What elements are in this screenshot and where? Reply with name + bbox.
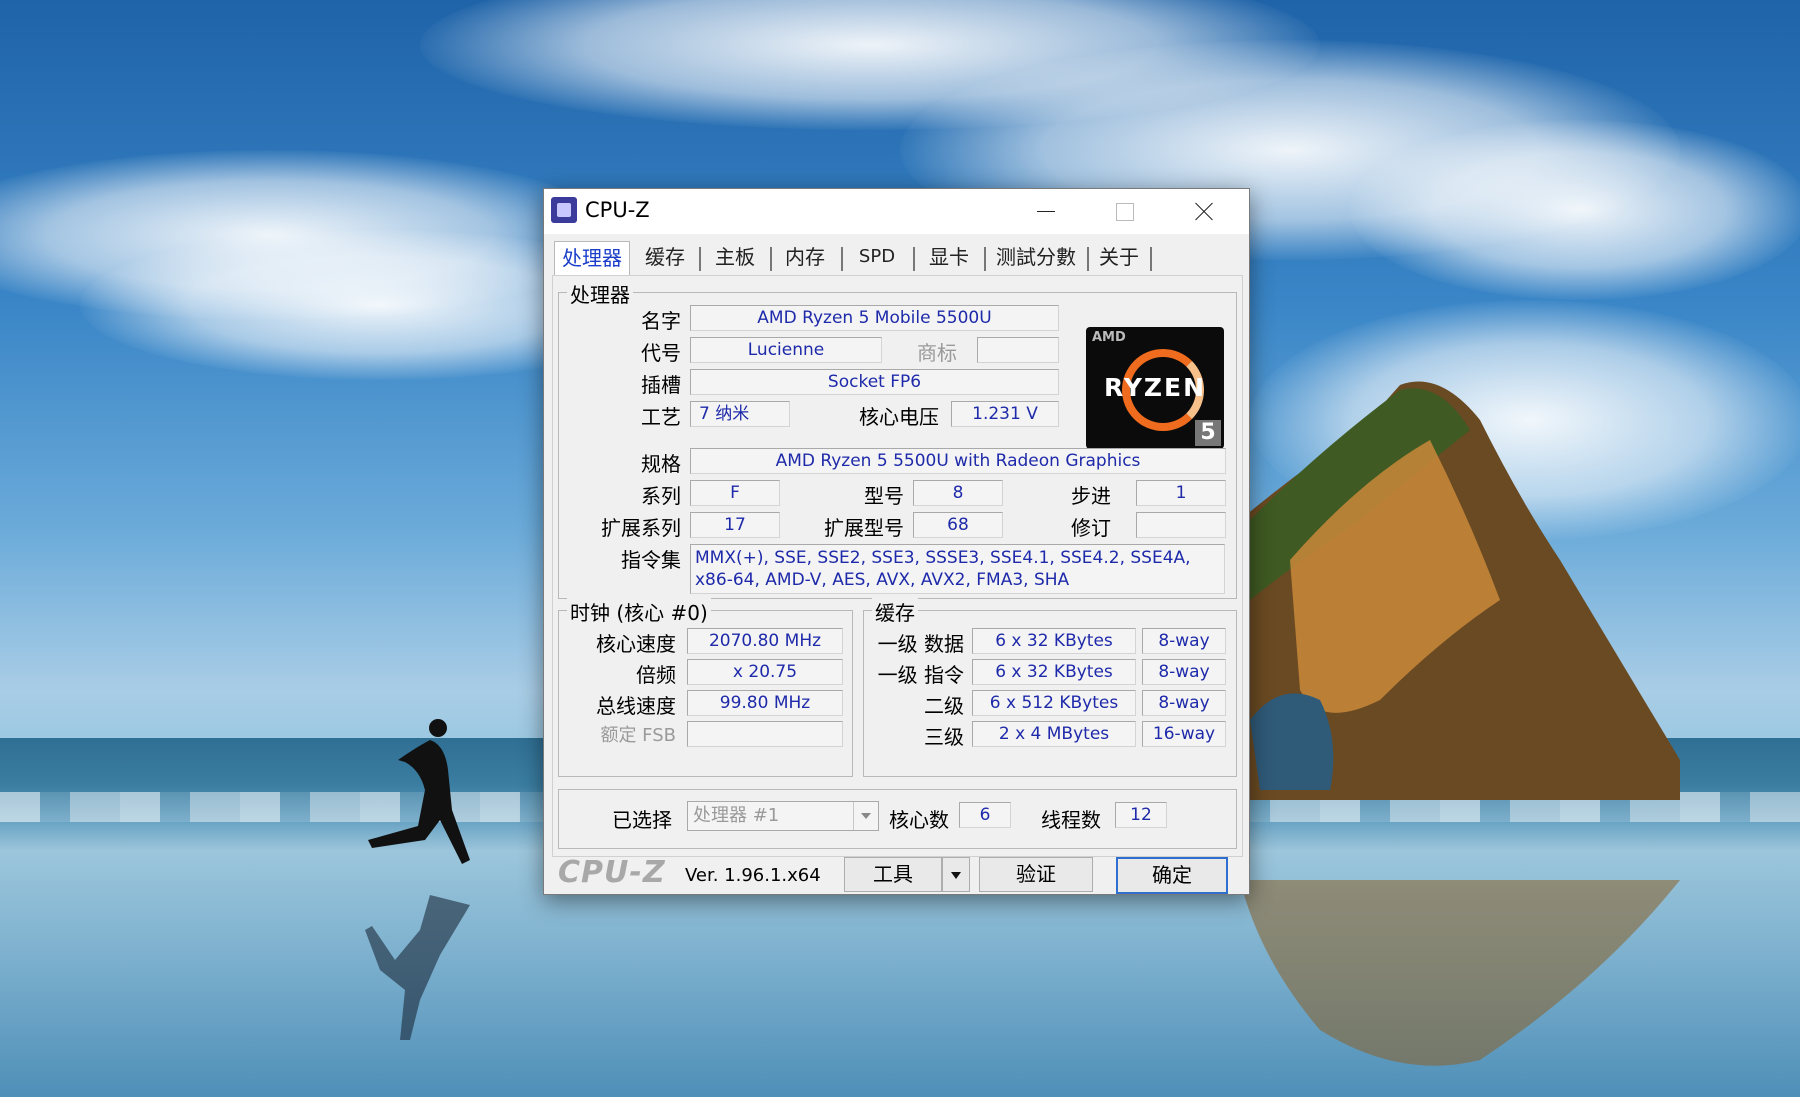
tab-spd[interactable]: SPD	[846, 241, 908, 275]
tab-cache[interactable]: 缓存	[634, 241, 696, 275]
threads-label: 线程数	[1041, 808, 1101, 832]
model-label: 型号	[864, 484, 904, 508]
cache-l1i-label: 一级 指令	[877, 663, 964, 687]
selection-group: 已选择 处理器 #1 核心数 6 线程数 12	[558, 789, 1237, 849]
codename-field: Lucienne	[690, 337, 882, 363]
tab-about[interactable]: 关于	[1092, 241, 1146, 275]
socket-field: Socket FP6	[690, 369, 1059, 395]
cache-l3-ways: 16-way	[1142, 721, 1226, 747]
close-button[interactable]	[1164, 189, 1244, 234]
bus-speed-field: 99.80 MHz	[687, 690, 843, 716]
cores-field: 6	[959, 802, 1011, 828]
validate-button[interactable]: 验证	[979, 857, 1093, 892]
multiplier-label: 倍频	[636, 663, 676, 687]
family-label: 系列	[641, 484, 681, 508]
amd-ryzen-5-logo: AMD RYZEN 5	[1086, 327, 1224, 449]
ext-model-label: 扩展型号	[824, 516, 904, 540]
processor-group: 处理器 名字 AMD Ryzen 5 Mobile 5500U 代号 Lucie…	[558, 279, 1237, 599]
cores-label: 核心数	[889, 808, 949, 832]
clocks-group: 时钟 (核心 #0) 核心速度 2070.80 MHz 倍频 x 20.75 总…	[558, 597, 853, 777]
core-voltage-label: 核心电压	[859, 405, 939, 429]
socket-label: 插槽	[641, 373, 681, 397]
footer-bar: CPU-Z Ver. 1.96.1.x64 工具 验证 确定	[544, 855, 1249, 894]
cache-group-label: 缓存	[872, 597, 918, 626]
tab-memory[interactable]: 内存	[774, 241, 836, 275]
processor-panel: 处理器 名字 AMD Ryzen 5 Mobile 5500U 代号 Lucie…	[552, 275, 1243, 857]
tools-button[interactable]: 工具	[844, 857, 942, 892]
model-field: 8	[913, 480, 1003, 506]
specification-field: AMD Ryzen 5 5500U with Radeon Graphics	[690, 448, 1226, 474]
ok-button[interactable]: 确定	[1116, 857, 1228, 894]
rated-fsb-field	[687, 721, 843, 747]
processor-group-label: 处理器	[567, 279, 633, 308]
revision-label: 修订	[1071, 516, 1111, 540]
technology-label: 工艺	[641, 405, 681, 429]
rated-fsb-label: 额定 FSB	[600, 725, 676, 746]
cache-group: 缓存 一级 数据 6 x 32 KBytes 8-way 一级 指令 6 x 3…	[863, 597, 1237, 777]
cache-l2-label: 二级	[924, 694, 964, 718]
cpuz-brand-logo: CPU-Z	[558, 855, 666, 890]
tab-bar: 处理器 缓存 主板 内存 SPD 显卡 测試分數 关于	[552, 241, 1242, 276]
ext-family-label: 扩展系列	[601, 516, 681, 540]
brand-label: 商标	[917, 341, 957, 365]
processor-select[interactable]: 处理器 #1	[687, 801, 879, 831]
processor-select-value: 处理器 #1	[693, 805, 780, 826]
ext-model-field: 68	[913, 512, 1003, 538]
cache-l3-label: 三级	[924, 725, 964, 749]
cpuz-app-icon	[551, 197, 577, 223]
core-voltage-field: 1.231 V	[951, 401, 1059, 427]
codename-label: 代号	[641, 341, 681, 365]
family-field: F	[690, 480, 780, 506]
instructions-field: MMX(+), SSE, SSE2, SSE3, SSSE3, SSE4.1, …	[690, 544, 1225, 594]
technology-field: 7 纳米	[690, 401, 790, 427]
specification-label: 规格	[641, 452, 681, 476]
cache-l2-size: 6 x 512 KBytes	[972, 690, 1136, 716]
stepping-label: 步进	[1071, 484, 1111, 508]
cache-l1i-ways: 8-way	[1142, 659, 1226, 685]
cache-l3-size: 2 x 4 MBytes	[972, 721, 1136, 747]
brand-field	[977, 337, 1059, 363]
name-field: AMD Ryzen 5 Mobile 5500U	[690, 305, 1059, 331]
maximize-button[interactable]	[1084, 189, 1164, 234]
cache-l1i-size: 6 x 32 KBytes	[972, 659, 1136, 685]
selected-label: 已选择	[612, 808, 672, 832]
core-speed-field: 2070.80 MHz	[687, 628, 843, 654]
window-title: CPU-Z	[585, 198, 650, 222]
minimize-button[interactable]	[1004, 189, 1084, 234]
cache-l2-ways: 8-way	[1142, 690, 1226, 716]
cache-l1d-size: 6 x 32 KBytes	[972, 628, 1136, 654]
cache-l1d-ways: 8-way	[1142, 628, 1226, 654]
revision-field	[1136, 512, 1226, 538]
threads-field: 12	[1115, 802, 1167, 828]
tab-mainboard[interactable]: 主板	[704, 241, 766, 275]
tools-dropdown-button[interactable]	[942, 857, 970, 892]
version-text: Ver. 1.96.1.x64	[685, 865, 821, 886]
instructions-label: 指令集	[621, 548, 681, 572]
bus-speed-label: 总线速度	[596, 694, 676, 718]
cpuz-window: CPU-Z 处理器 缓存 主板 内存 SPD 显卡 测試分數 关于 处理器 名字…	[543, 188, 1250, 895]
multiplier-field: x 20.75	[687, 659, 843, 685]
name-label: 名字	[641, 309, 681, 333]
tab-graphics[interactable]: 显卡	[918, 241, 980, 275]
tab-bench[interactable]: 测試分數	[988, 241, 1084, 275]
core-speed-label: 核心速度	[596, 632, 676, 656]
clocks-group-label: 时钟 (核心 #0)	[567, 597, 711, 626]
stepping-field: 1	[1136, 480, 1226, 506]
ext-family-field: 17	[690, 512, 780, 538]
title-bar[interactable]: CPU-Z	[544, 189, 1249, 234]
tab-processor[interactable]: 处理器	[554, 241, 630, 276]
cache-l1d-label: 一级 数据	[877, 632, 964, 656]
